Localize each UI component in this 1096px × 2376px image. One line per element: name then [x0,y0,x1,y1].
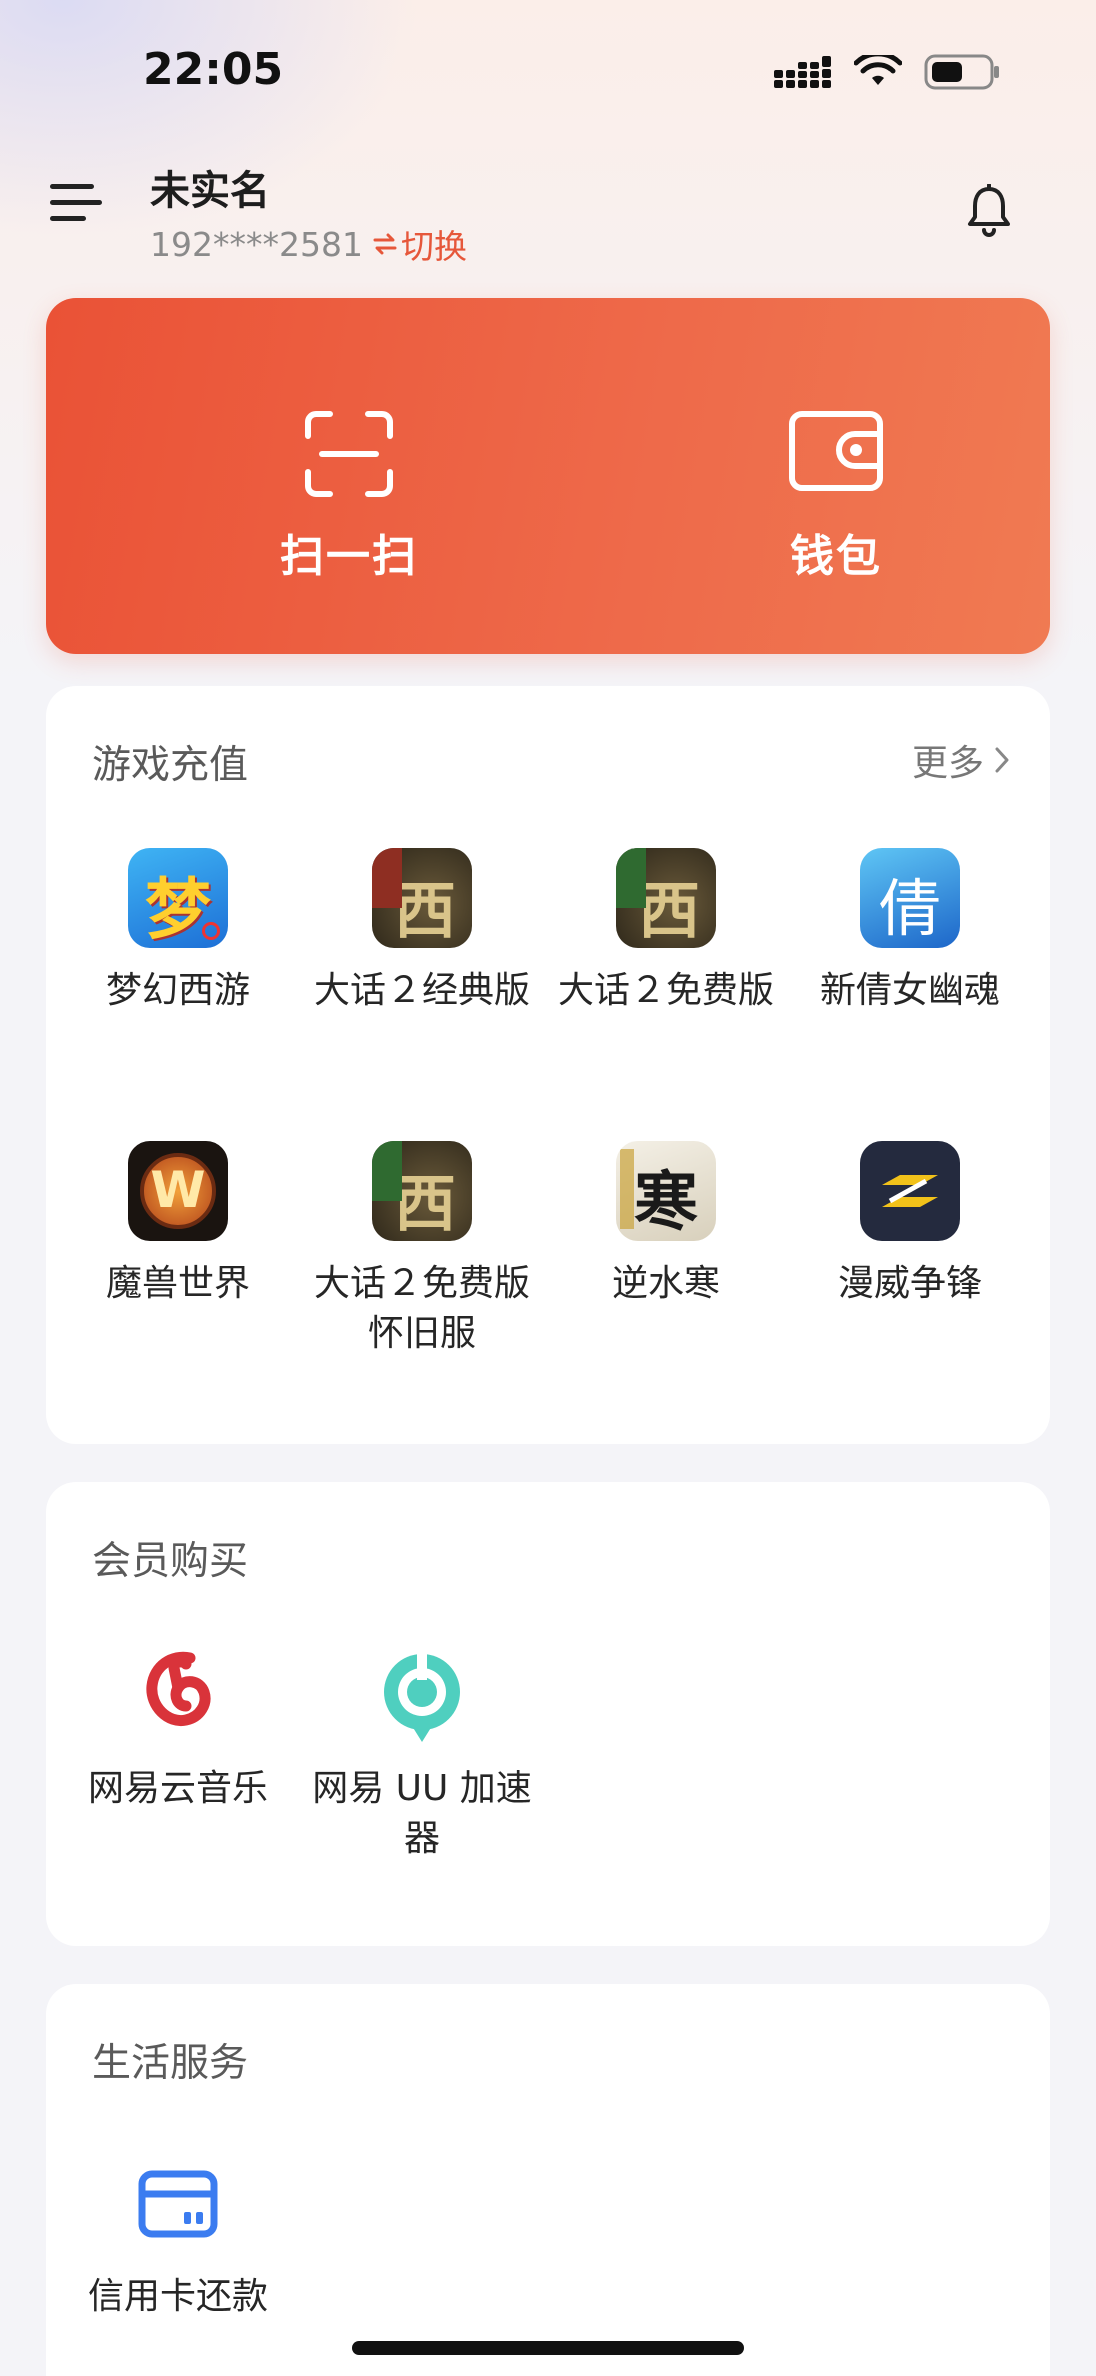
game-item-qiannv[interactable]: 倩 新倩女幽魂 [788,848,1032,1016]
quick-actions-card: 扫一扫 钱包 [46,298,1050,654]
game-item-dahua-classic[interactable]: 西 大话２经典版 [300,848,544,1016]
life-item-credit-card[interactable]: 信用卡还款 [56,2154,300,2322]
game-recharge-card: 游戏充值 更多 梦 梦幻西游 西 大话２经典版 西 大话２免费版 倩 新倩女幽魂 [46,686,1050,1444]
menu-button[interactable] [50,184,102,234]
bell-icon[interactable] [964,184,1014,238]
game-item-menghuan[interactable]: 梦 梦幻西游 [56,848,300,1016]
account-line: 192****2581 切换 [150,220,467,268]
status-time: 22:05 [143,44,284,95]
game-label: 漫威争锋 [837,1263,982,1304]
game-label: 大话２免费版 [557,970,774,1011]
wow-icon: W [128,1141,228,1241]
uu-accelerator-icon [372,1646,472,1746]
user-name: 未实名 [150,168,270,214]
game-label: 大话２免费版怀旧服 [313,1263,530,1354]
game-item-dahua-free[interactable]: 西 大话２免费版 [544,848,788,1016]
qiannv-icon: 倩 [860,848,960,948]
game-label: 大话２经典版 [313,970,530,1011]
wifi-icon [854,55,902,85]
dahua-classic-icon: 西 [372,848,472,948]
game-item-dahua-free-nostalgic[interactable]: 西 大话２免费版怀旧服 [300,1141,544,1359]
more-label: 更多 [911,743,984,784]
switch-icon [373,233,397,255]
life-label: 信用卡还款 [87,2276,268,2317]
switch-account-button[interactable]: 切换 [373,220,467,268]
scan-label: 扫一扫 [280,531,418,582]
battery-icon [924,54,999,90]
credit-card-icon [128,2154,228,2254]
game-label: 逆水寒 [611,1263,720,1304]
membership-label: 网易 UU 加速器 [312,1768,532,1859]
netease-music-icon [128,1646,228,1746]
switch-label: 切换 [400,227,467,266]
dahua-free-icon: 西 [616,848,716,948]
signal-icon [774,56,831,88]
more-button[interactable]: 更多 [912,734,1010,786]
game-item-nishuihan[interactable]: 寒 逆水寒 [544,1141,788,1309]
membership-label: 网易云音乐 [87,1768,268,1809]
status-icons [774,54,1000,90]
nishuihan-icon: 寒 [616,1141,716,1241]
wallet-icon [789,411,883,491]
menghuan-icon: 梦 [128,848,228,948]
game-recharge-title: 游戏充值 [92,743,249,788]
phone-number: 192****2581 [150,224,363,264]
chevron-right-icon [995,747,1009,773]
dahua-free-nostalgic-icon: 西 [372,1141,472,1241]
scan-icon [305,411,393,497]
game-label: 魔兽世界 [105,1263,250,1304]
membership-title: 会员购买 [92,1539,249,1584]
membership-item-netease-music[interactable]: 网易云音乐 [56,1646,300,1814]
game-item-marvel-rivals[interactable]: 漫威争锋 [788,1141,1032,1309]
marvel-rivals-icon [860,1141,960,1241]
wallet-label: 钱包 [790,531,882,582]
scan-button[interactable]: 扫一扫 [219,410,479,584]
life-services-card: 生活服务 信用卡还款 [46,1984,1050,2376]
home-indicator [352,2341,744,2355]
game-label: 新倩女幽魂 [819,970,1000,1011]
life-services-title: 生活服务 [92,2041,249,2086]
game-item-wow[interactable]: W 魔兽世界 [56,1141,300,1309]
membership-card: 会员购买 网易云音乐 网易 UU 加速器 [46,1482,1050,1946]
membership-item-uu[interactable]: 网易 UU 加速器 [300,1646,544,1864]
wallet-button[interactable]: 钱包 [706,410,966,584]
game-label: 梦幻西游 [105,970,250,1011]
